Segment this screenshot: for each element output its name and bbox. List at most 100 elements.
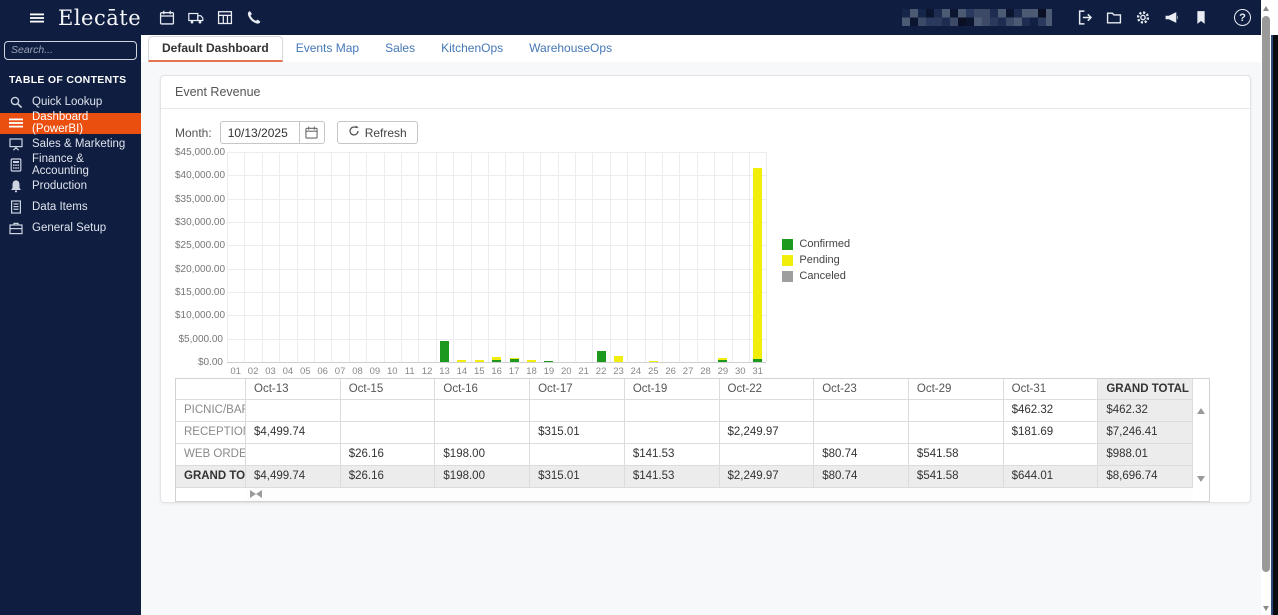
table-scroll-left-icon[interactable] bbox=[256, 490, 262, 498]
corner-cell bbox=[176, 379, 246, 400]
table-row: PICNIC/BARB... $462.32$462.32 bbox=[176, 400, 1210, 422]
tab-sales[interactable]: Sales bbox=[372, 36, 428, 62]
table-horizontal-scrollbar[interactable] bbox=[176, 488, 1209, 501]
bar-day-16-confirmed bbox=[492, 359, 502, 362]
sidebar-item-production[interactable]: Production bbox=[0, 176, 141, 197]
x-axis-tick: 03 bbox=[265, 366, 276, 377]
table-cell: $8,696.74 bbox=[1098, 466, 1194, 488]
calendar-icon[interactable] bbox=[159, 10, 175, 25]
bar-day-31-pending bbox=[753, 168, 763, 359]
table-header-row: Oct-13 Oct-15 Oct-16 Oct-17 Oct-19 Oct-22 Oct-… bbox=[176, 379, 1210, 400]
menu-icon[interactable] bbox=[28, 11, 46, 25]
sidebar-item-finance-accounting[interactable]: Finance & Accounting bbox=[0, 153, 141, 177]
y-axis-tick: $10,000.00 bbox=[175, 310, 226, 322]
x-axis-tick: 15 bbox=[474, 366, 485, 377]
bar-day-17-confirmed bbox=[509, 359, 519, 362]
search-icon bbox=[9, 95, 23, 109]
tab-default-dashboard[interactable]: Default Dashboard bbox=[148, 36, 283, 62]
page-scrollbar[interactable] bbox=[1261, 0, 1271, 615]
tab-events-map[interactable]: Events Map bbox=[283, 36, 372, 62]
column-header: Oct-23 bbox=[814, 379, 909, 400]
x-axis-tick: 31 bbox=[752, 366, 763, 377]
briefcase-icon bbox=[9, 221, 23, 235]
y-axis-tick: $0.00 bbox=[197, 357, 223, 368]
y-axis-tick: $45,000.00 bbox=[175, 147, 226, 158]
table-cell bbox=[246, 444, 341, 466]
sidebar-item-quick-lookup[interactable]: Quick Lookup bbox=[0, 92, 141, 113]
table-cell bbox=[530, 400, 625, 422]
gear-icon[interactable] bbox=[1135, 10, 1151, 25]
table-cell bbox=[624, 400, 720, 422]
bar-day-31-confirmed bbox=[753, 358, 763, 362]
bookmark-icon[interactable] bbox=[1193, 10, 1209, 25]
refresh-button[interactable]: Refresh bbox=[336, 121, 418, 144]
x-axis-tick: 18 bbox=[526, 366, 537, 377]
table-row: RECEPTION -...$4,499.74 $315.01 $2,249.97 $… bbox=[176, 422, 1210, 444]
table-cell: $26.16 bbox=[340, 444, 436, 466]
x-axis-tick: 06 bbox=[317, 366, 328, 377]
x-axis-tick: 17 bbox=[508, 366, 520, 377]
x-axis-tick: 26 bbox=[665, 366, 676, 377]
presentation-icon bbox=[9, 137, 23, 151]
table-scroll-right-icon[interactable] bbox=[250, 490, 256, 498]
bar-day-19-confirmed bbox=[544, 360, 554, 362]
table-row: GRAND TOTAL$4,499.74$26.16$198.00$315.01… bbox=[176, 466, 1210, 488]
x-axis-tick: 09 bbox=[369, 366, 381, 377]
table-cell bbox=[435, 422, 531, 444]
x-axis-tick: 08 bbox=[352, 366, 363, 377]
scroll-down-icon[interactable] bbox=[1263, 606, 1269, 611]
tab-warehouseops[interactable]: WarehouseOps bbox=[516, 36, 625, 62]
topbar-left-icons bbox=[159, 10, 262, 25]
table-cell: $4,499.74 bbox=[246, 466, 341, 488]
help-icon[interactable]: ? bbox=[1234, 9, 1251, 26]
table-cell bbox=[719, 444, 815, 466]
sidebar-item-label: Sales & Marketing bbox=[32, 138, 126, 150]
grid-icon[interactable] bbox=[217, 10, 233, 25]
refresh-icon bbox=[348, 125, 360, 140]
x-axis-tick: 02 bbox=[247, 366, 259, 377]
table-scroll-down-icon[interactable] bbox=[1197, 476, 1206, 482]
x-axis-tick: 21 bbox=[578, 366, 589, 377]
column-header: Oct-15 bbox=[340, 379, 436, 400]
phone-icon[interactable] bbox=[246, 10, 262, 25]
document-icon bbox=[9, 200, 23, 214]
month-label: Month: bbox=[175, 125, 212, 140]
table-cell: $462.32 bbox=[1098, 400, 1194, 422]
event-revenue-panel: Event Revenue Month: Refresh $45,000.00$… bbox=[160, 75, 1251, 503]
table-cell bbox=[435, 400, 531, 422]
table-scroll-up-icon[interactable] bbox=[1197, 408, 1206, 414]
column-header: Oct-22 bbox=[719, 379, 815, 400]
bar-day-16-pending bbox=[492, 356, 502, 360]
table-cell bbox=[814, 422, 909, 444]
x-axis-tick: 05 bbox=[300, 366, 311, 377]
search-input[interactable] bbox=[4, 40, 137, 60]
sidebar-item-sales-marketing[interactable]: Sales & Marketing bbox=[0, 134, 141, 155]
logout-icon[interactable] bbox=[1077, 10, 1093, 25]
megaphone-icon[interactable] bbox=[1164, 10, 1180, 25]
month-input[interactable] bbox=[219, 121, 300, 144]
sidebar-item-dashboard-powerbi[interactable]: Dashboard (PowerBI) bbox=[0, 111, 141, 135]
page-scrollbar-thumb[interactable] bbox=[1262, 16, 1270, 572]
event-revenue-chart: $45,000.00 $40,000.00 $35,000.00 $30,000.00… bbox=[175, 147, 1236, 377]
x-axis-tick: 20 bbox=[561, 366, 572, 377]
table-cell: $541.58 bbox=[908, 466, 1004, 488]
table-cell bbox=[1003, 444, 1099, 466]
x-axis-tick: 16 bbox=[491, 366, 502, 377]
y-axis-tick: $15,000.00 bbox=[175, 287, 226, 298]
toc-title: TABLE OF CONTENTS bbox=[9, 73, 127, 86]
sidebar-item-general-setup[interactable]: General Setup bbox=[0, 218, 141, 239]
table-cell: $4,499.74 bbox=[246, 422, 341, 444]
calculator-icon bbox=[9, 158, 23, 172]
x-axis-tick: 24 bbox=[630, 366, 642, 377]
calendar-picker-button[interactable] bbox=[299, 121, 325, 144]
sidebar-item-data-items[interactable]: Data Items bbox=[0, 197, 141, 218]
x-axis-tick: 04 bbox=[282, 366, 294, 377]
folder-icon[interactable] bbox=[1106, 10, 1122, 25]
panel-title: Event Revenue bbox=[161, 76, 1250, 109]
x-axis-tick: 14 bbox=[456, 366, 468, 377]
x-axis-tick: 11 bbox=[404, 366, 415, 377]
truck-icon[interactable] bbox=[188, 10, 204, 25]
redacted-user-info bbox=[902, 9, 1052, 26]
scroll-up-icon[interactable] bbox=[1263, 6, 1269, 11]
tab-kitchenops[interactable]: KitchenOps bbox=[428, 36, 516, 62]
